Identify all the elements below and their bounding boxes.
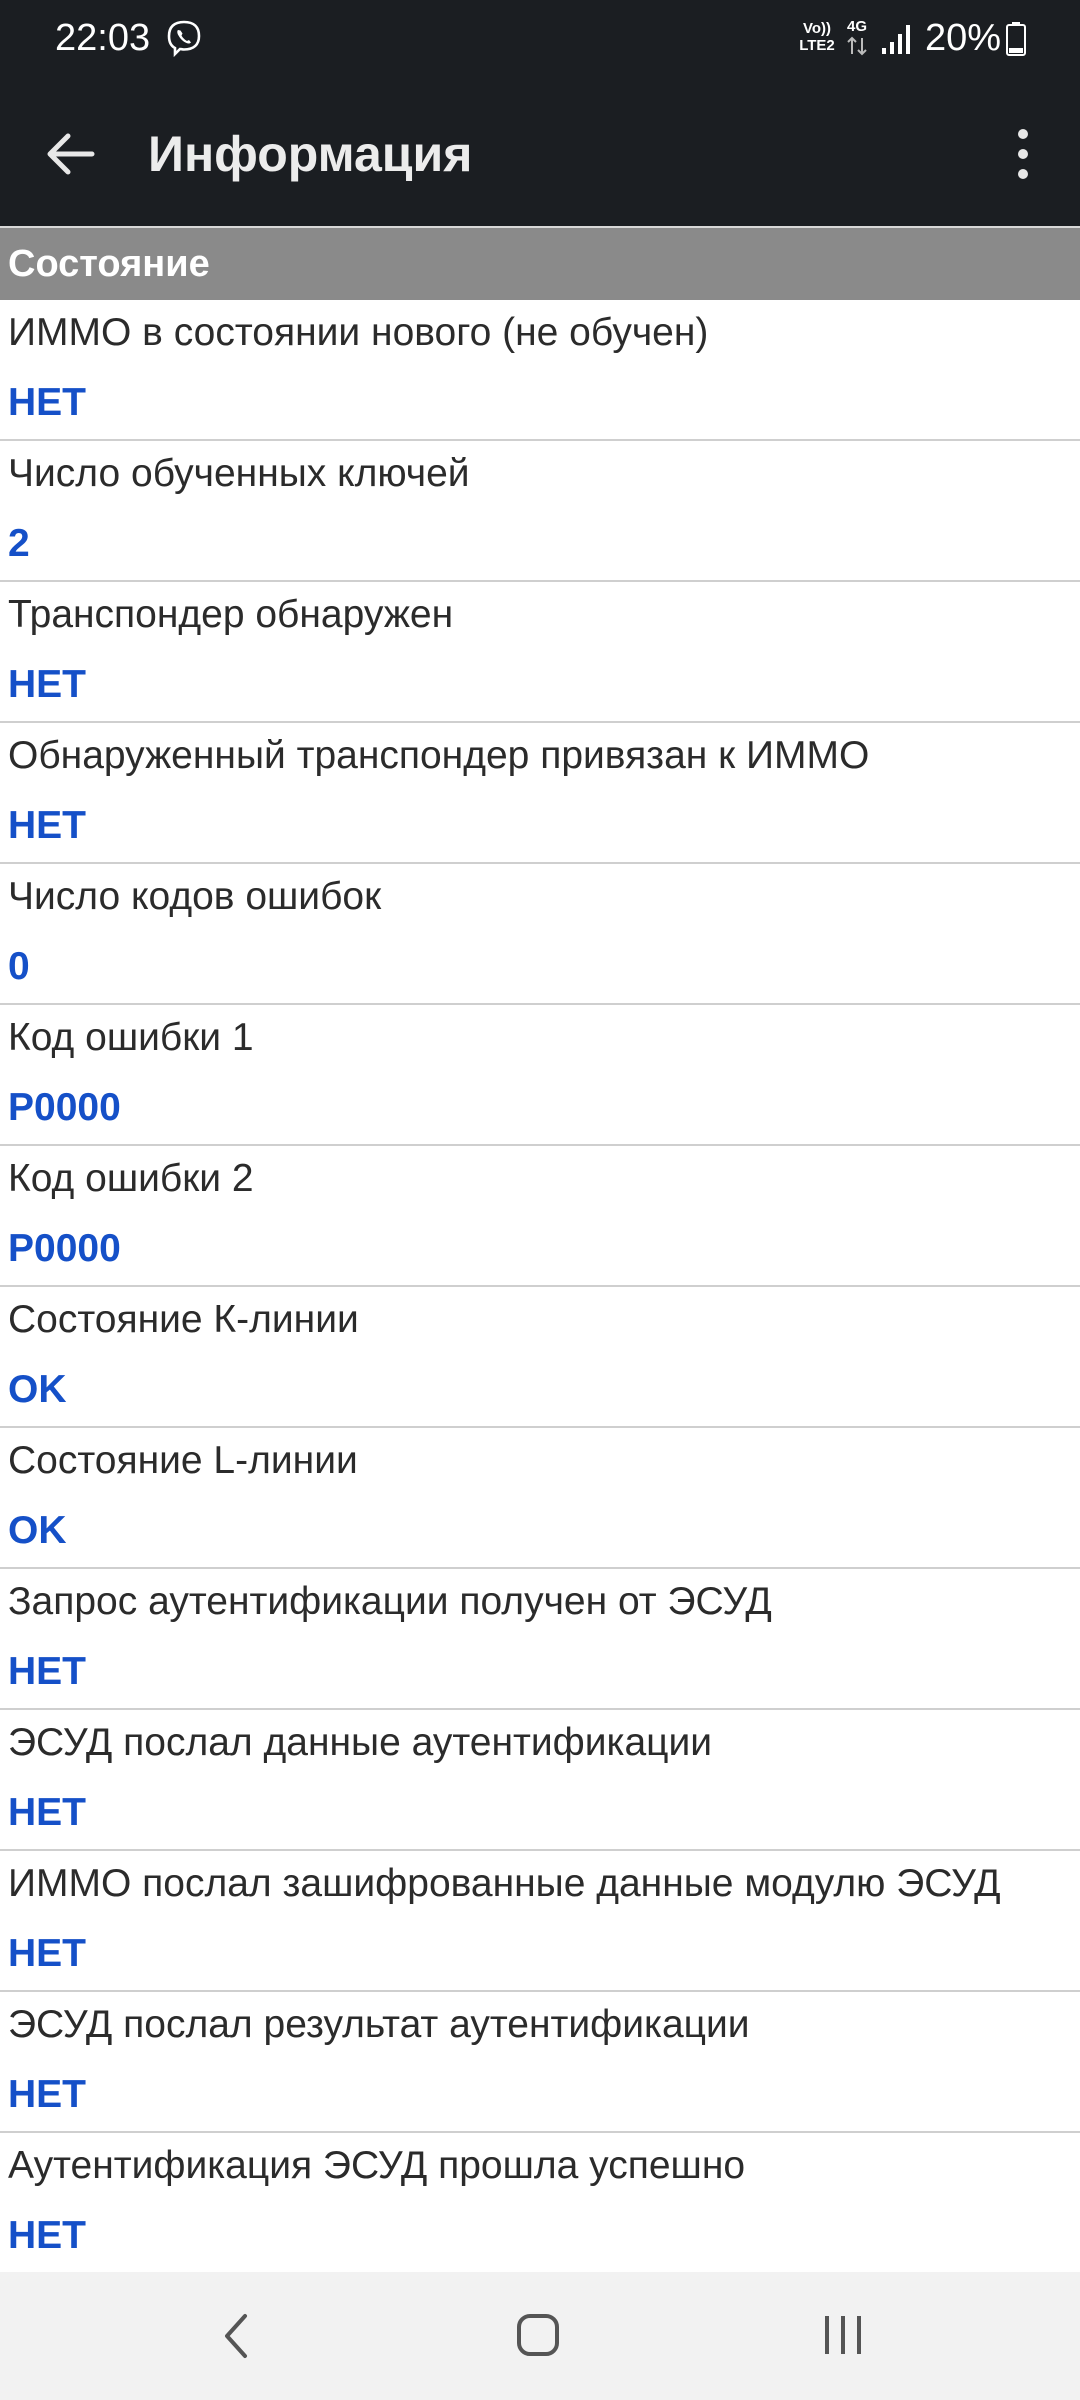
list-item[interactable]: Число кодов ошибок 0 — [0, 864, 1080, 1005]
item-label: Запрос аутентификации получен от ЭСУД — [8, 1580, 772, 1623]
status-time: 22:03 — [55, 17, 151, 59]
list-item[interactable]: Состояние L-линии OK — [0, 1428, 1080, 1569]
item-value: НЕТ — [8, 1650, 86, 1693]
item-value: 0 — [8, 945, 30, 988]
item-label: ИММО послал зашифрованные данные модулю … — [8, 1862, 1001, 1905]
section-header: Состояние — [0, 228, 1080, 300]
item-value: НЕТ — [8, 804, 86, 847]
navigation-bar — [0, 2272, 1080, 2400]
item-value: OK — [8, 1368, 67, 1411]
item-value: OK — [8, 1509, 67, 1552]
status-bar: 22:03 Vo)) LTE2 4G 20% — [0, 0, 1080, 78]
nav-home-icon[interactable] — [514, 2310, 562, 2360]
list-item[interactable]: Код ошибки 2 P0000 — [0, 1146, 1080, 1287]
arrows-icon — [847, 36, 867, 56]
arrow-left-icon[interactable] — [36, 122, 108, 186]
item-label: Код ошибки 1 — [8, 1016, 254, 1059]
nav-back-icon[interactable] — [215, 2308, 259, 2364]
item-label: Число кодов ошибок — [8, 875, 382, 918]
item-value: НЕТ — [8, 663, 86, 706]
lte-label: LTE2 — [799, 37, 835, 54]
list-item[interactable]: Состояние К-линии OK — [0, 1287, 1080, 1428]
item-value: НЕТ — [8, 2214, 86, 2257]
network-label: Vo)) LTE2 — [795, 20, 839, 54]
item-label: ЭСУД послал данные аутентификации — [8, 1721, 713, 1764]
item-label: Состояние L-линии — [8, 1439, 358, 1482]
item-value: НЕТ — [8, 2073, 86, 2116]
list-item[interactable]: Транспондер обнаружен НЕТ — [0, 582, 1080, 723]
item-value: P0000 — [8, 1086, 121, 1129]
item-label: ИММО в состоянии нового (не обучен) — [8, 311, 709, 354]
volte-label: Vo)) — [802, 20, 832, 37]
app-bar: Информация — [0, 78, 1080, 226]
item-value: НЕТ — [8, 1932, 86, 1975]
nav-recents-icon[interactable] — [820, 2310, 866, 2360]
item-value: НЕТ — [8, 1791, 86, 1834]
viber-icon — [167, 20, 201, 57]
list-item[interactable]: Аутентификация ЭСУД прошла успешно НЕТ — [0, 2133, 1080, 2274]
battery-percentage: 20% — [925, 17, 1002, 59]
list-item[interactable]: Число обученных ключей 2 — [0, 441, 1080, 582]
item-label: Состояние К-линии — [8, 1298, 359, 1341]
item-label: Число обученных ключей — [8, 452, 470, 495]
list-item[interactable]: Запрос аутентификации получен от ЭСУД НЕ… — [0, 1569, 1080, 1710]
list-item[interactable]: ЭСУД послал данные аутентификации НЕТ — [0, 1710, 1080, 1851]
page-title: Информация — [148, 126, 473, 182]
list-item[interactable]: ЭСУД послал результат аутентификации НЕТ — [0, 1992, 1080, 2133]
item-label: Аутентификация ЭСУД прошла успешно — [8, 2144, 746, 2187]
item-label: Код ошибки 2 — [8, 1157, 254, 1200]
more-vert-icon[interactable] — [996, 118, 1050, 190]
item-value: НЕТ — [8, 381, 86, 424]
list-item[interactable]: ИММО в состоянии нового (не обучен) НЕТ — [0, 300, 1080, 441]
list-item[interactable]: Обнаруженный транспондер привязан к ИММО… — [0, 723, 1080, 864]
list-item[interactable]: Код ошибки 1 P0000 — [0, 1005, 1080, 1146]
item-value: P0000 — [8, 1227, 121, 1270]
status-list: ИММО в состоянии нового (не обучен) НЕТ … — [0, 300, 1080, 2274]
network-type-label: 4G — [846, 18, 867, 35]
item-label: ЭСУД послал результат аутентификации — [8, 2003, 750, 2046]
signal-icon — [882, 25, 910, 54]
list-item[interactable]: ИММО послал зашифрованные данные модулю … — [0, 1851, 1080, 1992]
item-label: Транспондер обнаружен — [8, 593, 454, 636]
data-activity-icon: 4G — [842, 18, 872, 58]
item-label: Обнаруженный транспондер привязан к ИММО — [8, 734, 870, 777]
battery-icon — [1006, 22, 1026, 56]
item-value: 2 — [8, 522, 30, 565]
